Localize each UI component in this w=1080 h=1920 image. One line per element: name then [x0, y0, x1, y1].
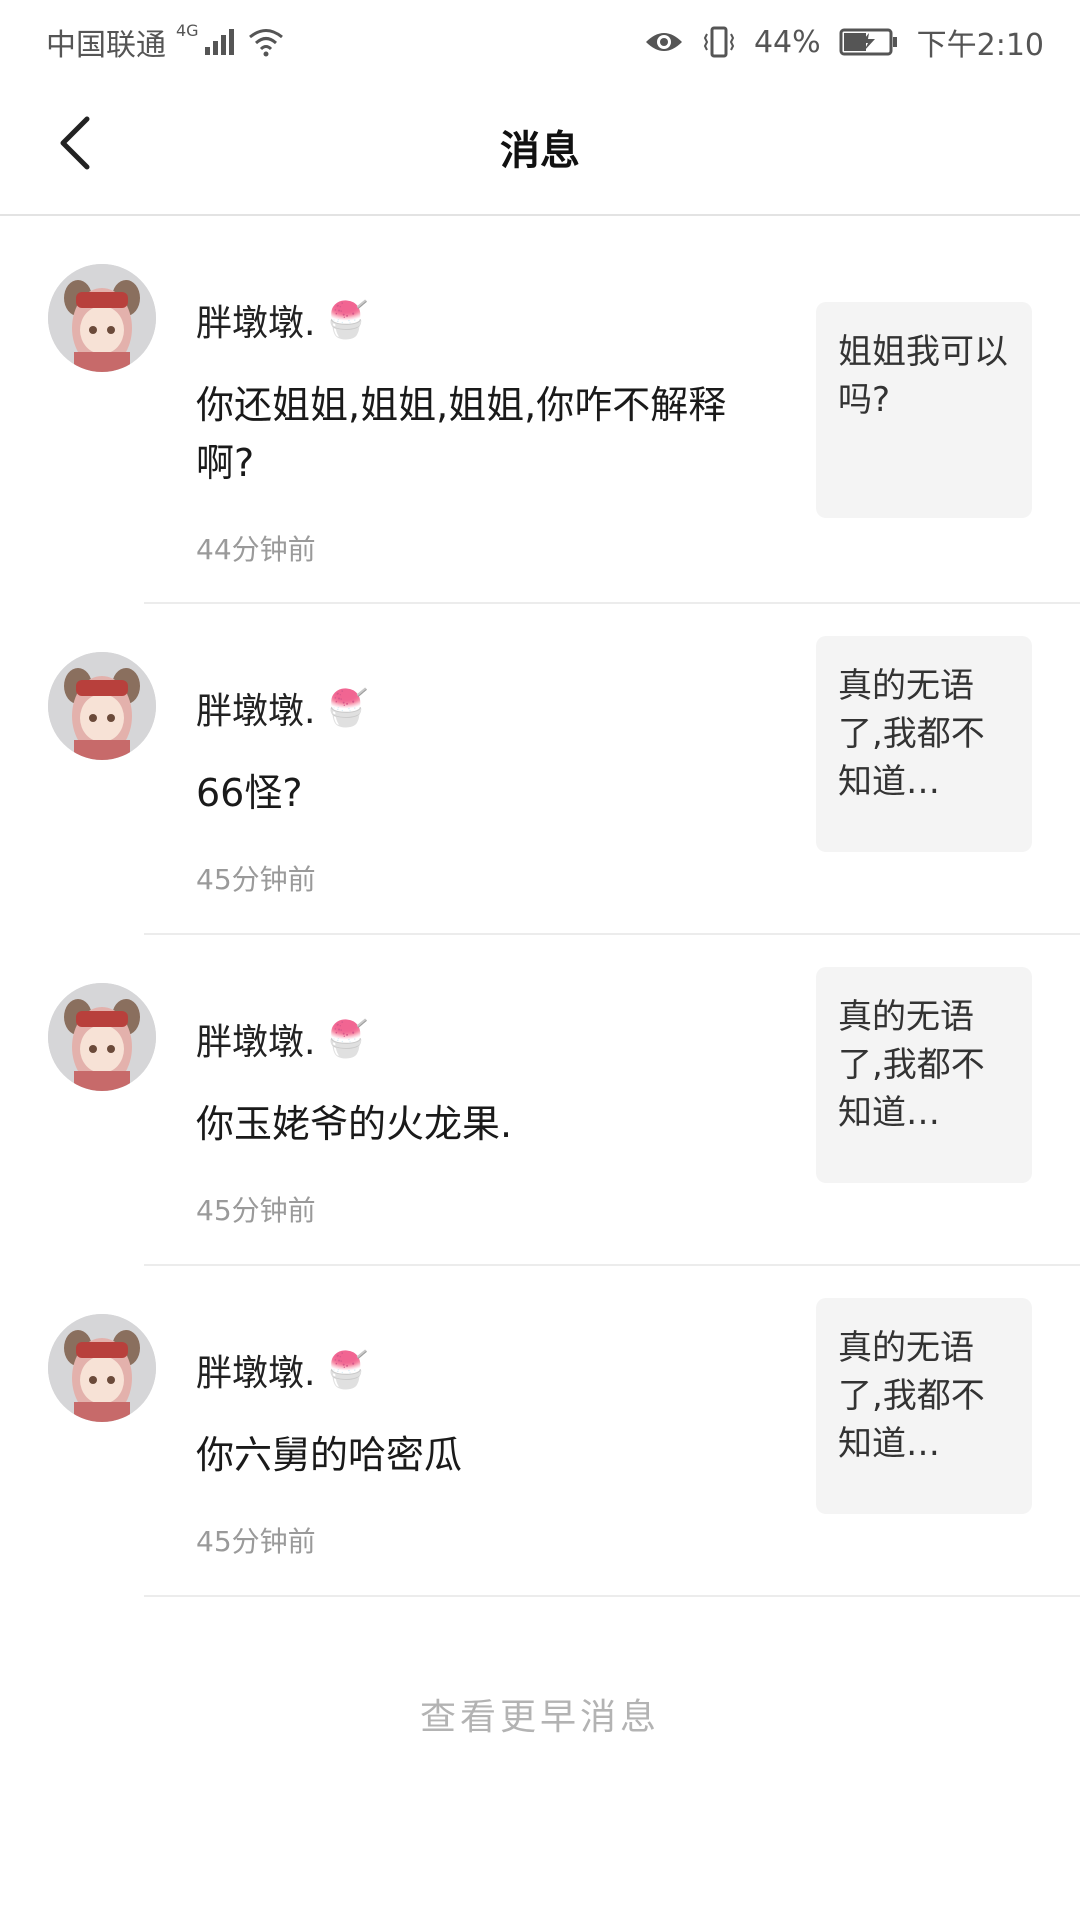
- status-right: 44% 下午2:10: [644, 20, 1044, 64]
- avatar[interactable]: [48, 983, 156, 1091]
- avatar-image: [48, 1314, 156, 1422]
- sender-emoji: 🍧: [323, 300, 369, 341]
- sender-name: 胖墩墩.: [196, 691, 316, 732]
- message-list: 胖墩墩. 🍧 你还姐姐,姐姐,姐姐,你咋不解释啊? 44分钟前 姐姐我可以吗? …: [0, 216, 1080, 1597]
- sender-emoji: 🍧: [323, 1350, 369, 1391]
- eye-icon: [645, 33, 682, 51]
- message-text: 你玉姥爷的火龙果.: [196, 1102, 513, 1146]
- vibrate-icon: [703, 26, 735, 58]
- status-left: 中国联通 4G: [46, 20, 285, 64]
- quoted-comment[interactable]: 真的无语了,我都不知道…: [816, 967, 1032, 1183]
- header: 消息: [0, 78, 1080, 216]
- sender-row: 胖墩墩. 🍧: [196, 1013, 368, 1065]
- carrier-name: 中国联通: [46, 28, 166, 63]
- signal-icon: [204, 29, 234, 55]
- message-text: 你六舅的哈密瓜: [196, 1433, 463, 1477]
- message-item[interactable]: 胖墩墩. 🍧 你还姐姐,姐姐,姐姐,你咋不解释啊? 44分钟前 姐姐我可以吗?: [0, 216, 1080, 604]
- sender-emoji: 🍧: [323, 1019, 369, 1060]
- quoted-comment[interactable]: 姐姐我可以吗?: [816, 302, 1032, 518]
- message-time: 44分钟前: [196, 533, 316, 566]
- status-bar: 中国联通 4G 44% 下午2:10: [0, 0, 1080, 78]
- sender-name: 胖墩墩.: [196, 303, 316, 344]
- sender-row: 胖墩墩. 🍧: [196, 294, 368, 346]
- message-item[interactable]: 胖墩墩. 🍧 你六舅的哈密瓜 45分钟前 真的无语了,我都不知道…: [0, 1266, 1080, 1597]
- avatar[interactable]: [48, 1314, 156, 1422]
- message-text: 你还姐姐,姐姐,姐姐,你咋不解释啊?: [196, 383, 727, 485]
- sender-row: 胖墩墩. 🍧: [196, 1344, 368, 1396]
- view-earlier-messages-link[interactable]: 查看更早消息: [0, 1688, 1080, 1740]
- sender-row: 胖墩墩. 🍧: [196, 682, 368, 734]
- page-title: 消息: [500, 128, 580, 174]
- battery-percent: 44%: [753, 24, 821, 60]
- message-text: 66怪?: [196, 771, 303, 815]
- avatar[interactable]: [48, 264, 156, 372]
- message-time: 45分钟前: [196, 1525, 316, 1558]
- message-item[interactable]: 胖墩墩. 🍧 66怪? 45分钟前 真的无语了,我都不知道…: [0, 604, 1080, 935]
- wifi-icon: [248, 29, 283, 57]
- avatar-image: [48, 264, 156, 372]
- message-time: 45分钟前: [196, 1194, 316, 1227]
- avatar-image: [48, 652, 156, 760]
- message-item[interactable]: 胖墩墩. 🍧 你玉姥爷的火龙果. 45分钟前 真的无语了,我都不知道…: [0, 935, 1080, 1266]
- avatar[interactable]: [48, 652, 156, 760]
- sender-name: 胖墩墩.: [196, 1022, 316, 1063]
- quoted-comment[interactable]: 真的无语了,我都不知道…: [816, 1298, 1032, 1514]
- clock: 下午2:10: [916, 28, 1044, 63]
- network-type: 4G: [176, 20, 199, 40]
- message-time: 45分钟前: [196, 863, 316, 896]
- sender-emoji: 🍧: [323, 688, 369, 729]
- battery-charging-icon: [839, 28, 897, 56]
- quoted-comment[interactable]: 真的无语了,我都不知道…: [816, 636, 1032, 852]
- sender-name: 胖墩墩.: [196, 1353, 316, 1394]
- avatar-image: [48, 983, 156, 1091]
- divider: [144, 1595, 1080, 1597]
